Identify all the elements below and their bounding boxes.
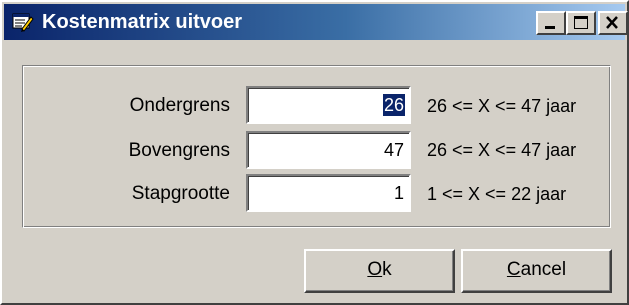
bovengrens-range: 26 <= X <= 47 jaar [427,140,577,160]
stapgrootte-input[interactable]: 1 [246,174,411,212]
ondergrens-input[interactable]: 26 [246,86,411,124]
stapgrootte-value: 1 [393,183,404,203]
minimize-icon [545,26,555,29]
cancel-label-rest: ancel [520,259,567,280]
stapgrootte-label: Stapgrootte [131,183,230,204]
stapgrootte-range: 1 <= X <= 22 jaar [427,184,567,204]
ok-button[interactable]: Ok [304,249,455,293]
window-title: Kostenmatrix uitvoer [42,11,243,33]
cancel-mnemonic: C [506,259,521,280]
ok-label-rest: k [382,259,392,280]
bovengrens-label: Bovengrens [128,140,230,161]
bovengrens-input[interactable]: 47 [246,131,411,169]
bovengrens-value: 47 [383,140,404,160]
ondergrens-value: 26 [382,94,405,116]
dialog-window: Kostenmatrix uitvoer Ondergrens 26 26 <=… [0,0,629,305]
close-icon [606,16,618,29]
close-button[interactable] [598,11,628,35]
maximize-icon [574,16,588,29]
app-icon[interactable] [12,11,34,33]
minimize-button[interactable] [536,11,566,35]
cancel-button[interactable]: Cancel [461,249,612,293]
ondergrens-label: Ondergrens [129,95,230,116]
maximize-button[interactable] [566,11,596,35]
title-bar[interactable]: Kostenmatrix uitvoer [4,4,628,40]
ok-mnemonic: O [367,259,383,280]
ondergrens-range: 26 <= X <= 47 jaar [427,96,577,116]
